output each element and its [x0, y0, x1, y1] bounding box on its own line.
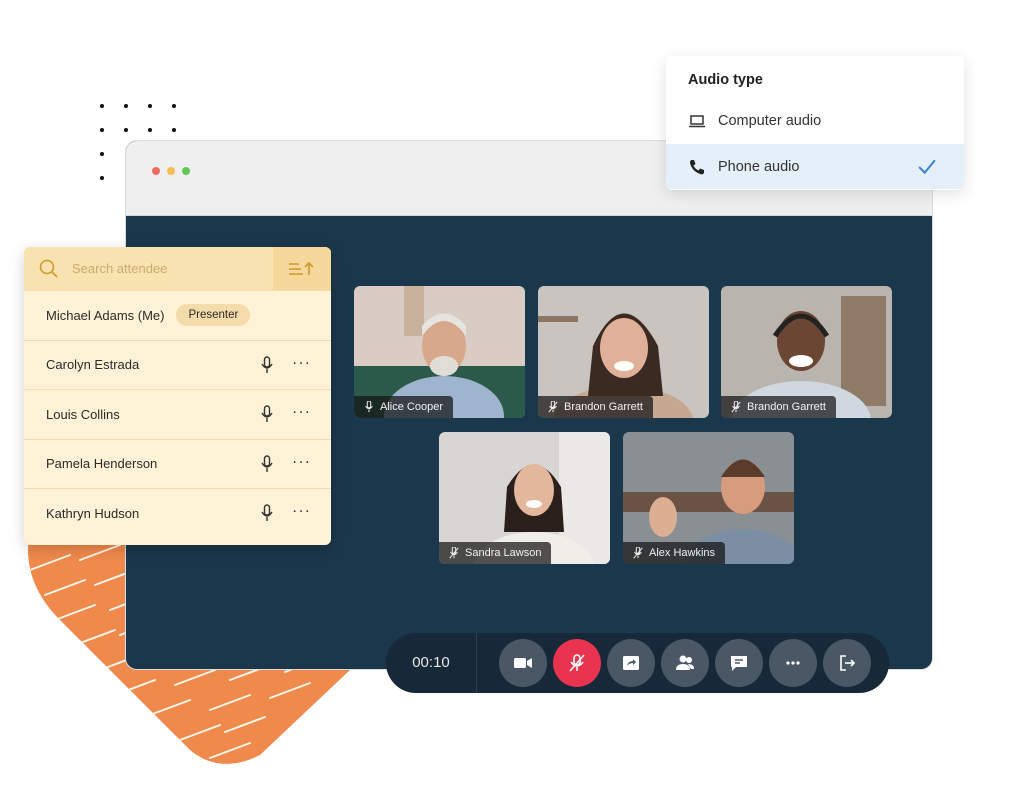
- attendee-row[interactable]: Pamela Henderson ···: [24, 438, 331, 489]
- mic-icon[interactable]: [261, 455, 273, 473]
- attendee-name: Carolyn Estrada: [46, 357, 140, 373]
- mic-icon[interactable]: [261, 405, 273, 423]
- video-tile[interactable]: Brandon Garrett: [538, 286, 709, 418]
- search-icon: [39, 259, 58, 278]
- share-screen-icon: [623, 656, 639, 670]
- video-tile[interactable]: Brandon Garrett: [721, 286, 892, 418]
- phone-icon: [690, 159, 704, 174]
- participant-name: Brandon Garrett: [564, 401, 643, 413]
- attendee-row[interactable]: Louis Collins ···: [24, 389, 331, 439]
- mic-icon[interactable]: [261, 504, 273, 522]
- participants-icon: [676, 655, 694, 670]
- sort-button[interactable]: [273, 247, 331, 290]
- mic-off-icon: [569, 654, 585, 672]
- participant-name: Alex Hawkins: [649, 547, 716, 559]
- mic-off-icon: [731, 401, 741, 413]
- attendee-search-bar: [24, 247, 331, 290]
- window-minimize-button[interactable]: [167, 167, 175, 175]
- tile-label: Brandon Garrett: [721, 396, 836, 418]
- presenter-badge: Presenter: [176, 304, 251, 327]
- audio-option-label: Computer audio: [718, 112, 822, 129]
- attendee-name: Kathryn Hudson: [46, 505, 140, 521]
- more-options-button[interactable]: ···: [292, 454, 311, 470]
- share-screen-button[interactable]: [607, 639, 655, 687]
- video-tile[interactable]: Sandra Lawson: [439, 432, 610, 564]
- mic-icon[interactable]: [261, 356, 273, 374]
- attendee-name: Louis Collins: [46, 406, 120, 422]
- dot: [172, 104, 176, 108]
- window-close-button[interactable]: [152, 167, 160, 175]
- audio-option-label: Phone audio: [718, 158, 800, 175]
- dot: [124, 104, 128, 108]
- audio-option-computer[interactable]: Computer audio: [666, 98, 964, 143]
- more-options-button[interactable]: ···: [292, 503, 311, 520]
- meeting-control-bar: 00:10: [386, 633, 889, 693]
- dot: [172, 128, 176, 132]
- more-options-button[interactable]: ···: [292, 404, 311, 421]
- more-icon: [786, 661, 800, 665]
- video-button[interactable]: [499, 639, 547, 687]
- tile-label: Alice Cooper: [354, 396, 453, 418]
- dot: [100, 104, 104, 108]
- leave-icon: [840, 655, 856, 671]
- participant-name: Brandon Garrett: [747, 401, 826, 413]
- tile-label: Alex Hawkins: [623, 542, 726, 564]
- attendee-name: Michael Adams (Me): [46, 307, 165, 323]
- video-camera-icon: [514, 658, 532, 668]
- attendee-row[interactable]: Carolyn Estrada ···: [24, 339, 331, 390]
- more-options-button[interactable]: ···: [292, 355, 311, 371]
- attendee-name: Pamela Henderson: [46, 456, 158, 472]
- mic-off-icon: [449, 547, 459, 559]
- attendee-row[interactable]: Kathryn Hudson ···: [24, 488, 331, 538]
- checkmark-icon: [918, 159, 936, 174]
- mute-button[interactable]: [553, 639, 601, 687]
- tile-label: Brandon Garrett: [538, 396, 653, 418]
- audio-option-phone[interactable]: Phone audio: [666, 144, 964, 189]
- video-tile[interactable]: Alex Hawkins: [623, 432, 794, 564]
- participants-button[interactable]: [661, 639, 709, 687]
- chat-icon: [731, 656, 747, 671]
- dot: [148, 104, 152, 108]
- attendee-panel: Michael Adams (Me) Presenter Carolyn Est…: [24, 247, 331, 545]
- dot: [100, 128, 104, 132]
- participant-name: Sandra Lawson: [465, 547, 542, 559]
- dot: [100, 152, 104, 156]
- laptop-icon: [689, 114, 705, 127]
- audio-menu-title: Audio type: [688, 72, 763, 88]
- tile-label: Sandra Lawson: [439, 542, 552, 564]
- mic-off-icon: [548, 401, 558, 413]
- chat-button[interactable]: [715, 639, 763, 687]
- dot: [148, 128, 152, 132]
- leave-button[interactable]: [823, 639, 871, 687]
- window-maximize-button[interactable]: [182, 167, 190, 175]
- mic-icon: [365, 401, 373, 413]
- mic-off-icon: [633, 547, 643, 559]
- dot: [100, 176, 104, 180]
- video-tile[interactable]: Alice Cooper: [354, 286, 525, 418]
- sort-ascending-icon: [289, 261, 314, 275]
- attendee-row[interactable]: Michael Adams (Me) Presenter: [24, 290, 331, 340]
- participant-name: Alice Cooper: [380, 401, 443, 413]
- dot: [124, 128, 128, 132]
- more-button[interactable]: [769, 639, 817, 687]
- audio-type-menu: Audio type Computer audio Phone audio: [666, 56, 964, 190]
- attendee-search-input[interactable]: [72, 261, 262, 276]
- meeting-timer: 00:10: [386, 633, 477, 693]
